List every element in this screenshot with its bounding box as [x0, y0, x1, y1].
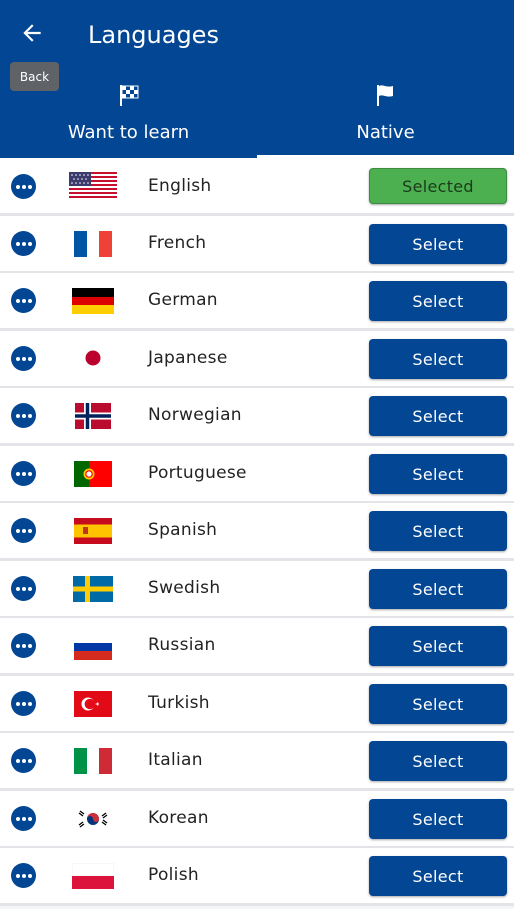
list-item: Swedish Select	[0, 561, 514, 619]
list-item: Russian Select	[0, 618, 514, 676]
select-button[interactable]: Select	[369, 856, 507, 896]
language-name: German	[148, 290, 218, 310]
flag-icon	[376, 85, 393, 106]
select-button[interactable]: Select	[369, 569, 507, 609]
us-flag-icon	[69, 172, 117, 198]
page-title: Languages	[88, 21, 219, 49]
norway-flag-icon	[75, 403, 111, 429]
list-item: Japanese Select	[0, 331, 514, 389]
more-options-icon[interactable]	[11, 518, 36, 543]
japan-flag-icon	[74, 345, 112, 371]
list-item: Korean Select	[0, 791, 514, 849]
more-options-icon[interactable]	[11, 174, 36, 199]
language-name: Portuguese	[148, 463, 247, 483]
arrow-left-icon	[23, 24, 41, 42]
tab-want-to-learn[interactable]: Want to learn	[0, 70, 257, 158]
france-flag-icon	[74, 231, 112, 257]
tab-native[interactable]: Native	[257, 70, 514, 158]
more-options-icon[interactable]	[11, 576, 36, 601]
turkey-flag-icon	[74, 691, 112, 717]
list-item: Italian Select	[0, 733, 514, 791]
language-name: Polish	[148, 865, 199, 885]
list-item: French Select	[0, 216, 514, 274]
list-item: German Select	[0, 273, 514, 331]
more-options-icon[interactable]	[11, 806, 36, 831]
select-button[interactable]: Select	[369, 799, 507, 839]
select-button[interactable]: Select	[369, 626, 507, 666]
korea-flag-icon	[74, 806, 112, 832]
language-name: English	[148, 176, 212, 196]
select-button[interactable]: Select	[369, 396, 507, 436]
checkered-flag-icon	[119, 85, 138, 106]
germany-flag-icon	[72, 288, 114, 314]
list-item: Spanish Select	[0, 503, 514, 561]
more-options-icon[interactable]	[11, 346, 36, 371]
poland-flag-icon	[72, 863, 114, 889]
list-item: Polish Select	[0, 848, 514, 906]
language-name: Russian	[148, 635, 216, 655]
select-button[interactable]: Select	[369, 741, 507, 781]
language-name: Swedish	[148, 578, 221, 598]
list-item: English Selected	[0, 158, 514, 216]
more-options-icon[interactable]	[11, 748, 36, 773]
language-name: Korean	[148, 808, 209, 828]
spain-flag-icon	[74, 518, 112, 544]
select-button[interactable]: Select	[369, 281, 507, 321]
language-name: Turkish	[148, 693, 210, 713]
select-button[interactable]: Select	[369, 339, 507, 379]
list-item: Norwegian Select	[0, 388, 514, 446]
language-name: Spanish	[148, 520, 218, 540]
more-options-icon[interactable]	[11, 691, 36, 716]
more-options-icon[interactable]	[11, 288, 36, 313]
more-options-icon[interactable]	[11, 863, 36, 888]
sweden-flag-icon	[73, 576, 113, 602]
selected-button[interactable]: Selected	[369, 168, 507, 204]
portugal-flag-icon	[74, 461, 112, 487]
select-button[interactable]: Select	[369, 511, 507, 551]
italy-flag-icon	[74, 748, 112, 774]
language-name: Italian	[148, 750, 203, 770]
language-name: Japanese	[148, 348, 228, 368]
more-options-icon[interactable]	[11, 231, 36, 256]
select-button[interactable]: Select	[369, 224, 507, 264]
tab-label: Native	[356, 122, 415, 143]
more-options-icon[interactable]	[11, 633, 36, 658]
list-item: Turkish Select	[0, 676, 514, 734]
select-button[interactable]: Select	[369, 454, 507, 494]
tab-label: Want to learn	[67, 122, 190, 143]
app-header: Languages Back Want to learn Native	[0, 0, 514, 158]
russia-flag-icon	[74, 634, 112, 660]
list-item: Portuguese Select	[0, 446, 514, 504]
more-options-icon[interactable]	[11, 461, 36, 486]
language-name: Norwegian	[148, 405, 242, 425]
more-options-icon[interactable]	[11, 403, 36, 428]
language-name: French	[148, 233, 207, 253]
back-button[interactable]	[12, 14, 52, 52]
select-button[interactable]: Select	[369, 684, 507, 724]
